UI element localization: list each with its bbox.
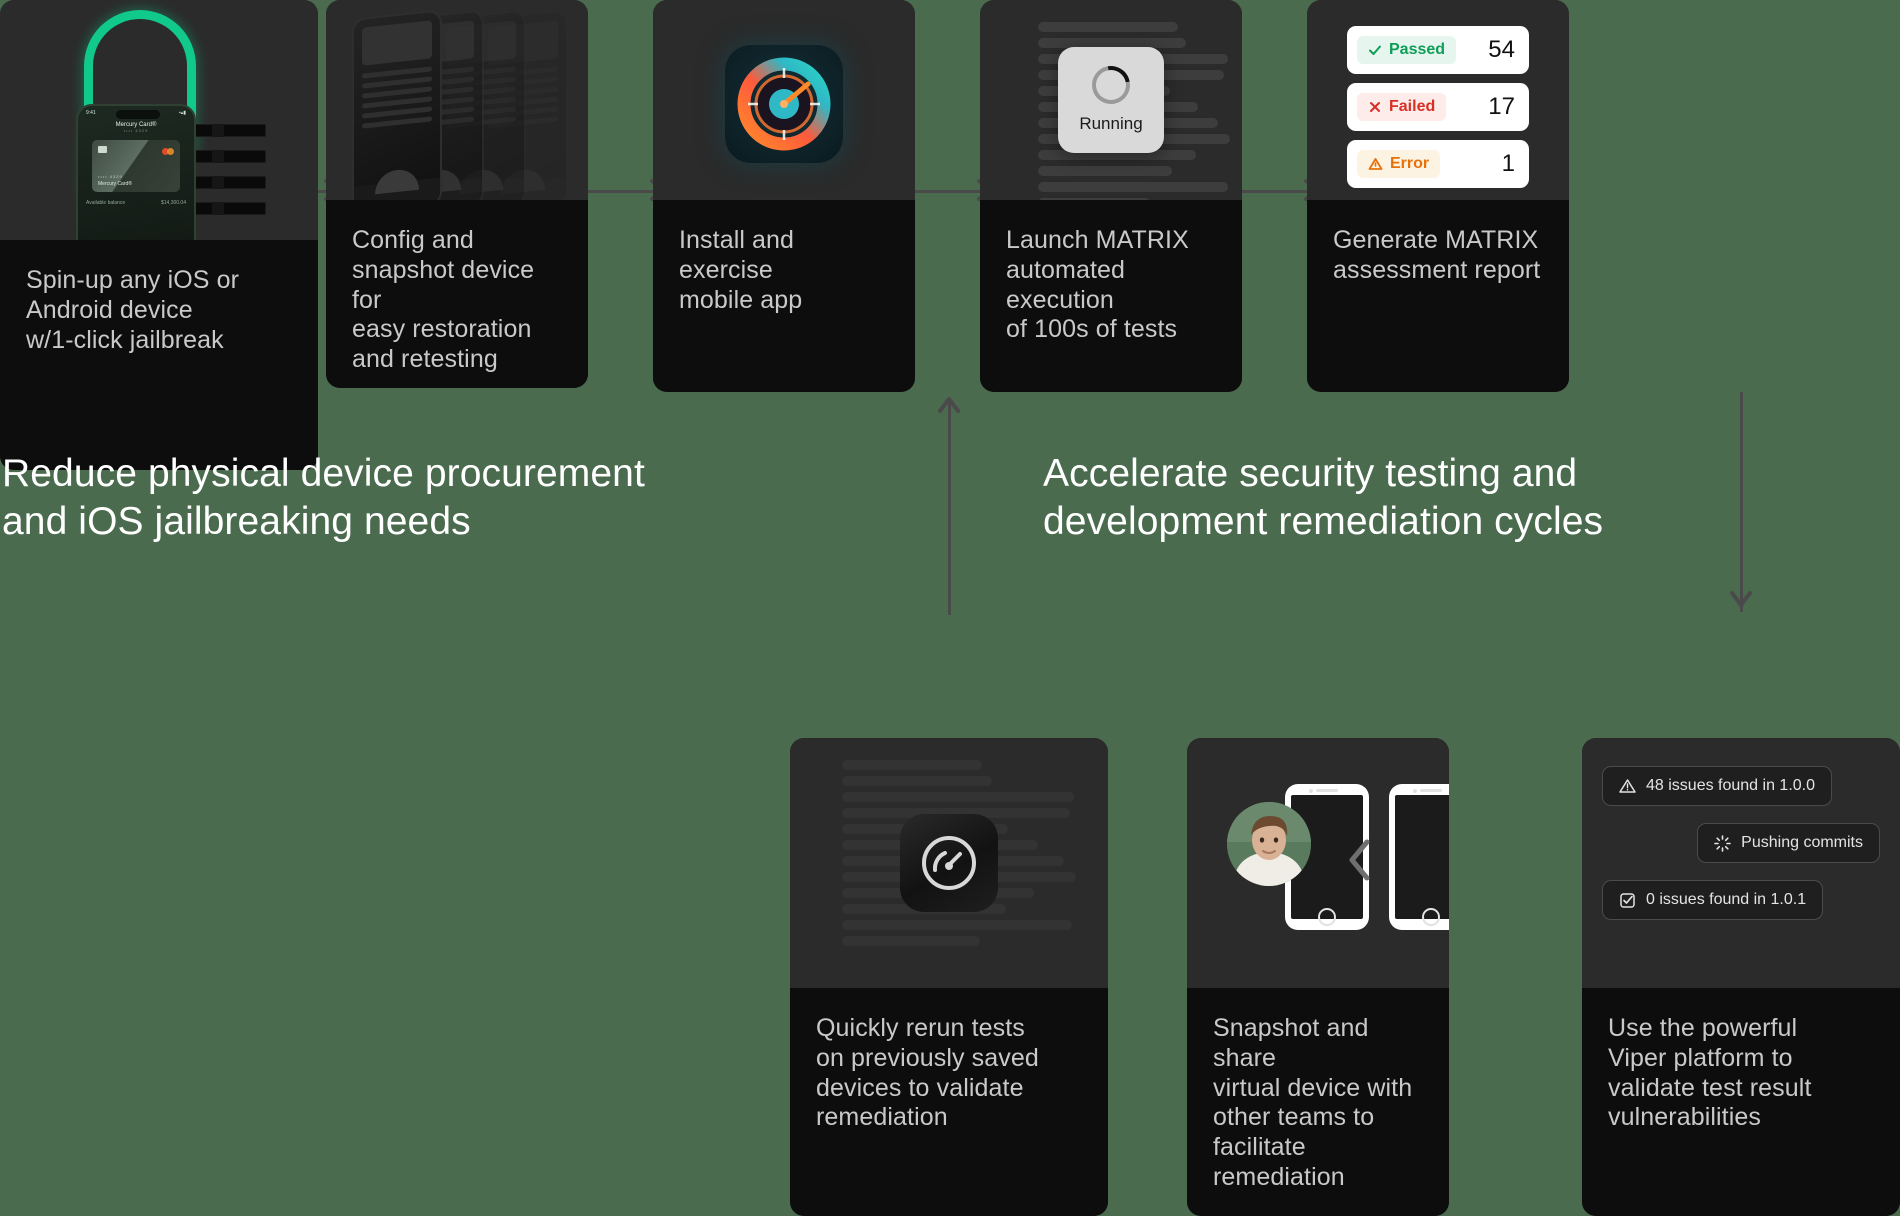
- balance-value: $14,300.04: [160, 200, 186, 206]
- chip-issues-found-100[interactable]: 48 issues found in 1.0.0: [1602, 766, 1833, 806]
- phone-speaker: [1420, 789, 1442, 792]
- error-label: Error: [1390, 155, 1430, 172]
- card-config-snapshot[interactable]: Config and snapshot device for easy rest…: [326, 0, 588, 388]
- diagram-canvas: 9:41 ▪▴▮ Mercury Card® •••• 4329 •••• 43…: [0, 0, 1900, 1216]
- card-spin-up-device[interactable]: 9:41 ▪▴▮ Mercury Card® •••• 4329 •••• 43…: [0, 0, 318, 470]
- card-rerun-tests[interactable]: Quickly rerun tests on previously saved …: [790, 738, 1108, 1216]
- card-art-app-icon: [653, 0, 915, 200]
- phone-speaker: [1316, 789, 1338, 792]
- card-art-results: Passed 54 Failed 17 Error 1: [1307, 0, 1569, 200]
- card-number: •••• 4329: [98, 174, 123, 179]
- speedometer-gauge-icon: [737, 57, 831, 151]
- card-art-jailbreak: 9:41 ▪▴▮ Mercury Card® •••• 4329 •••• 43…: [0, 0, 318, 240]
- passed-pill: Passed: [1357, 36, 1457, 64]
- arrowhead-left-up: [936, 393, 962, 419]
- arrowhead-right-down: [1728, 585, 1754, 611]
- error-pill: Error: [1357, 150, 1441, 178]
- connector-right-down: [1740, 392, 1743, 612]
- chip-label: Pushing commits: [1741, 834, 1863, 851]
- failed-pill: Failed: [1357, 93, 1447, 121]
- card-art-share-device: [1187, 738, 1449, 988]
- warning-icon: [1368, 158, 1383, 170]
- padlock-illustration: 9:41 ▪▴▮ Mercury Card® •••• 4329 •••• 43…: [0, 0, 318, 240]
- card-generate-report[interactable]: Passed 54 Failed 17 Error 1 Generate MAT…: [1307, 0, 1569, 392]
- running-label: Running: [1079, 114, 1143, 133]
- phone-screen: [1395, 795, 1449, 919]
- card-viper-platform[interactable]: 48 issues found in 1.0.0 Pushing commits…: [1582, 738, 1900, 1216]
- virtual-credit-card: •••• 4329 Mercury Card®: [92, 140, 180, 192]
- connector-left-up: [948, 400, 951, 615]
- error-count: 1: [1501, 150, 1515, 177]
- phone-camera-icon: [1309, 789, 1313, 793]
- failed-label: Failed: [1389, 98, 1436, 115]
- chip-pushing-commits[interactable]: Pushing commits: [1697, 823, 1880, 863]
- warning-triangle-icon: [1619, 779, 1636, 793]
- running-status-chip: Running: [1058, 47, 1164, 153]
- card-caption: Config and snapshot device for easy rest…: [326, 200, 588, 388]
- card-chip-icon: [98, 146, 107, 153]
- phone-mockup: 9:41 ▪▴▮ Mercury Card® •••• 4329 •••• 43…: [76, 104, 196, 240]
- card-name: Mercury Card®: [98, 181, 132, 187]
- chip-label: 0 issues found in 1.0.1: [1646, 891, 1807, 908]
- spinner-icon: [1714, 834, 1731, 852]
- card-caption: Install and exercise mobile app: [653, 200, 915, 392]
- hardware-grill: [190, 124, 266, 228]
- stacked-phone-1: [352, 9, 442, 200]
- passed-label: Passed: [1389, 41, 1446, 58]
- phone-camera-icon: [1413, 789, 1417, 793]
- card-snapshot-share[interactable]: Snapshot and share virtual device with o…: [1187, 738, 1449, 1216]
- gauge-app-icon: [725, 45, 843, 163]
- test-results-panel: Passed 54 Failed 17 Error 1: [1347, 26, 1529, 197]
- passed-count: 54: [1488, 36, 1515, 63]
- device-share-illustration: [1187, 738, 1449, 988]
- x-icon: [1370, 102, 1380, 112]
- headline-left: Reduce physical device procurement and i…: [2, 452, 645, 543]
- card-art-device-stack: [326, 0, 588, 200]
- card-art-test-run: Running: [980, 0, 1242, 200]
- card-art-rerun: [790, 738, 1108, 988]
- balance-label: Available balance: [86, 200, 126, 206]
- phone-balance-row: Available balance $14,300.04: [78, 192, 194, 206]
- card-art-issues: 48 issues found in 1.0.0 Pushing commits…: [1582, 738, 1900, 988]
- card-caption: Snapshot and share virtual device with o…: [1187, 988, 1449, 1216]
- phone-notch: [116, 110, 160, 119]
- result-row-passed[interactable]: Passed 54: [1347, 26, 1529, 74]
- card-install-exercise-app[interactable]: Install and exercise mobile app: [653, 0, 915, 392]
- speedometer-icon: [922, 836, 976, 890]
- card-caption: Spin-up any iOS or Android device w/1-cl…: [0, 240, 318, 470]
- card-caption: Generate MATRIX assessment report: [1307, 200, 1569, 392]
- mastercard-icon: [162, 148, 174, 155]
- chip-issues-found-101[interactable]: 0 issues found in 1.0.1: [1602, 880, 1824, 920]
- failed-count: 17: [1488, 93, 1515, 120]
- phone-signal-icon: ▪▴▮: [178, 110, 186, 116]
- card-caption: Launch MATRIX automated execution of 100…: [980, 200, 1242, 392]
- card-launch-matrix[interactable]: Running Launch MATRIX automated executio…: [980, 0, 1242, 392]
- card-caption: Use the powerful Viper platform to valid…: [1582, 988, 1900, 1216]
- chevron-left-icon: [1345, 838, 1375, 887]
- phone-time: 9:41: [86, 110, 96, 116]
- check-square-icon: [1620, 892, 1635, 908]
- headline-right: Accelerate security testing and developm…: [1043, 452, 1604, 543]
- phone-stack-illustration: [326, 0, 588, 200]
- avatar: [1227, 802, 1311, 886]
- phone-home-button-icon: [1422, 908, 1440, 926]
- card-caption: Quickly rerun tests on previously saved …: [790, 988, 1108, 1216]
- phone-home-button-icon: [1318, 908, 1336, 926]
- phone-right: [1389, 784, 1449, 930]
- phone-card-masked-number: •••• 4329: [123, 128, 149, 133]
- speedometer-badge: [900, 814, 998, 912]
- chip-label: 48 issues found in 1.0.0: [1646, 777, 1816, 794]
- spinner-icon: [1084, 58, 1138, 112]
- result-row-failed[interactable]: Failed 17: [1347, 83, 1529, 131]
- issue-chip-list: 48 issues found in 1.0.0 Pushing commits…: [1582, 738, 1900, 988]
- check-icon: [1369, 45, 1381, 55]
- result-row-error[interactable]: Error 1: [1347, 140, 1529, 188]
